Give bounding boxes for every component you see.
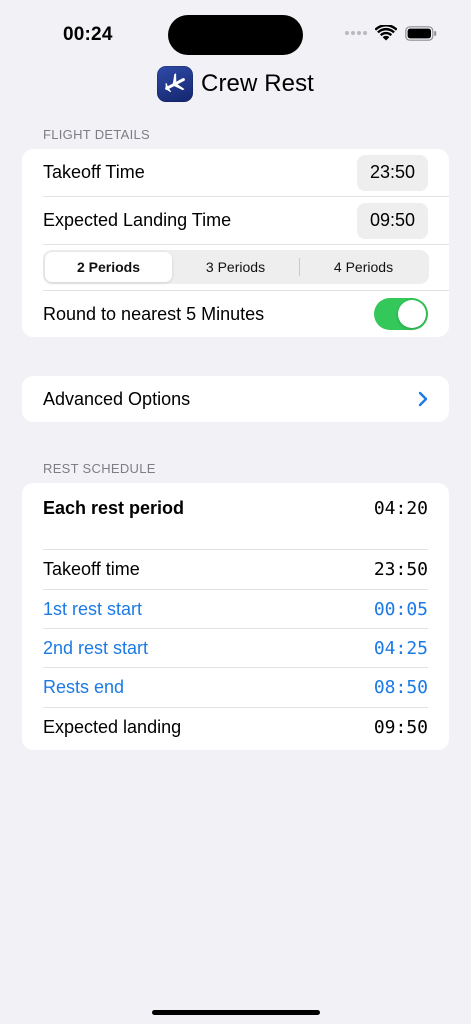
landing-time-row: Expected Landing Time 09:50 (22, 197, 449, 244)
cellular-signal-icon (345, 31, 367, 35)
schedule-row-rests-end: Rests end 08:50 (22, 668, 449, 707)
schedule-value: 04:25 (373, 638, 428, 659)
status-icons (345, 25, 437, 41)
advanced-options-row[interactable]: Advanced Options (22, 376, 449, 422)
rest-schedule-label: REST SCHEDULE (43, 461, 156, 476)
divider (43, 244, 449, 245)
home-indicator[interactable] (152, 1010, 320, 1015)
app-header: Crew Rest (0, 66, 471, 102)
flight-details-card: Takeoff Time 23:50 Expected Landing Time… (22, 149, 449, 337)
toggle-knob (398, 300, 426, 328)
round-minutes-row: Round to nearest 5 Minutes (22, 291, 449, 337)
schedule-label: 1st rest start (43, 599, 143, 619)
chevron-right-icon (418, 391, 428, 407)
status-bar: 00:24 (0, 0, 471, 70)
each-rest-period-value: 04:20 (373, 497, 428, 519)
segment-3-periods[interactable]: 3 Periods (172, 252, 299, 282)
flight-details-label: FLIGHT DETAILS (43, 127, 151, 142)
takeoff-time-label: Takeoff Time (43, 162, 145, 182)
schedule-label: 2nd rest start (43, 638, 149, 658)
dynamic-island (168, 15, 303, 55)
advanced-options-card: Advanced Options (22, 376, 449, 422)
each-rest-period-label: Each rest period (43, 497, 185, 518)
app-title: Crew Rest (201, 70, 314, 97)
takeoff-time-picker[interactable]: 23:50 (356, 154, 428, 191)
round-minutes-toggle[interactable] (374, 298, 428, 330)
schedule-value: 23:50 (373, 559, 428, 580)
schedule-label: Takeoff time (43, 559, 140, 579)
schedule-value: 00:05 (373, 599, 428, 620)
rest-schedule-card: Each rest period 04:20 Takeoff time 23:5… (22, 483, 449, 750)
rest-periods-segmented-control: 2 Periods 3 Periods 4 Periods (43, 250, 429, 284)
round-minutes-label: Round to nearest 5 Minutes (43, 303, 265, 324)
schedule-label: Expected landing (43, 717, 182, 737)
schedule-row-takeoff: Takeoff time 23:50 (22, 550, 449, 589)
landing-time-label: Expected Landing Time (43, 210, 232, 230)
schedule-value: 09:50 (373, 717, 428, 738)
wifi-icon (375, 25, 397, 41)
segment-2-periods[interactable]: 2 Periods (45, 252, 172, 282)
takeoff-time-row: Takeoff Time 23:50 (22, 149, 449, 196)
schedule-row-expected-landing: Expected landing 09:50 (22, 708, 449, 747)
advanced-options-label: Advanced Options (43, 388, 191, 409)
battery-icon (405, 25, 437, 41)
schedule-row-1st-rest: 1st rest start 00:05 (22, 590, 449, 629)
schedule-value: 08:50 (373, 677, 428, 698)
schedule-label: Rests end (43, 677, 125, 697)
schedule-row-2nd-rest: 2nd rest start 04:25 (22, 629, 449, 668)
airplane-app-icon (157, 66, 194, 102)
landing-time-picker[interactable]: 09:50 (356, 202, 428, 239)
each-rest-period-row: Each rest period 04:20 (22, 488, 449, 528)
status-time: 00:24 (63, 24, 113, 45)
segment-4-periods[interactable]: 4 Periods (300, 252, 427, 282)
